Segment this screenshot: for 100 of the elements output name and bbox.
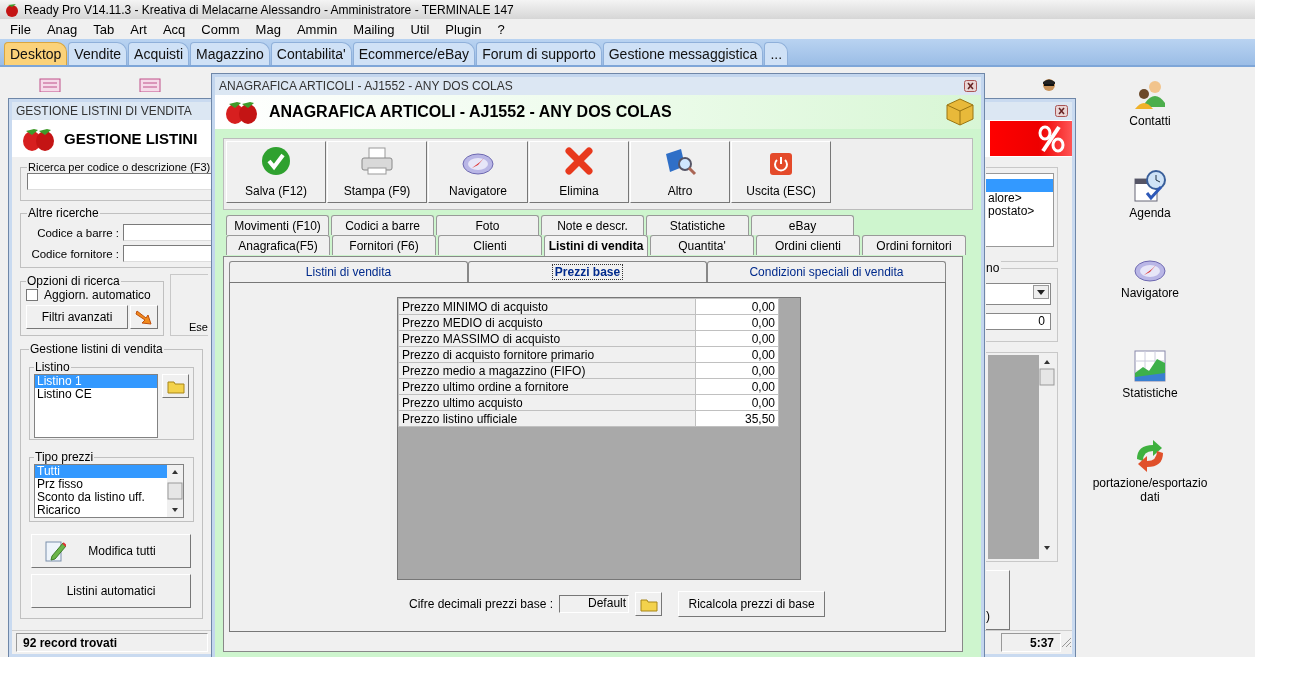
compass-icon	[462, 152, 494, 176]
nav-tab[interactable]: Contabilita'	[270, 42, 352, 65]
document-icon	[39, 78, 61, 92]
window-title: Ready Pro V14.11.3 - Kreativa di Melacarne Alessandro - Amministratore - TERMINALE 147	[24, 2, 514, 17]
toolbar-button[interactable]: Navigatore	[428, 141, 528, 203]
group-label: Altre ricerche	[27, 206, 100, 220]
menu-item[interactable]: Mag	[247, 21, 289, 37]
menu-item[interactable]: Art	[122, 21, 155, 37]
nav-tab[interactable]: Acquisti	[128, 42, 190, 65]
field-label: Cifre decimali prezzi base :	[409, 597, 554, 611]
menu-item[interactable]: Acq	[154, 21, 194, 37]
desktop-icon-label[interactable]: Statistiche	[1085, 386, 1215, 400]
toolbar-button[interactable]: Elimina	[529, 141, 629, 203]
menu-item[interactable]: Tab	[85, 21, 123, 37]
list-item[interactable]: Listino CE	[35, 388, 157, 401]
close-icon[interactable]	[964, 80, 977, 92]
tab[interactable]: Codici a barre	[331, 215, 434, 235]
tab[interactable]: Foto	[436, 215, 539, 235]
table-cell: Prezzo MINIMO di acquisto	[398, 298, 696, 315]
partial-label: Ese	[189, 321, 208, 333]
decimals-field[interactable]: Default	[559, 595, 630, 613]
list-item[interactable]: Prz fisso	[35, 478, 167, 491]
status-time: 5:37	[1001, 633, 1061, 652]
field-label: Codice fornitore :	[30, 247, 119, 260]
folder-icon	[166, 378, 185, 394]
menu-item[interactable]: Anag	[38, 21, 86, 37]
menu-item[interactable]: Util	[402, 21, 438, 37]
percent-icon	[1036, 124, 1066, 153]
status-text: 92 record trovati	[16, 633, 208, 652]
list-item[interactable]: postato>	[986, 205, 1053, 218]
tab[interactable]: eBay	[751, 215, 854, 235]
arrow-button[interactable]	[130, 305, 158, 329]
toolbar-button[interactable]: Altro	[630, 141, 730, 203]
window-heading: GESTIONE LISTINI	[64, 130, 198, 147]
tab[interactable]: Ordini fornitori	[862, 235, 966, 255]
book-magnifier-icon	[663, 146, 697, 176]
desktop-icon-label[interactable]: Navigatore	[1085, 286, 1215, 300]
nav-tab[interactable]: Forum di supporto	[476, 42, 602, 65]
list-item[interactable]: Sconto da listino uff.	[35, 491, 167, 504]
price-list-listbox[interactable]: Listino 1 Listino CE	[34, 374, 158, 438]
menu-item[interactable]: File	[2, 21, 39, 37]
menu-item[interactable]: Plugin	[437, 21, 490, 37]
action-button[interactable]: )	[986, 570, 1010, 630]
tab[interactable]: Anagrafica(F5)	[226, 235, 330, 255]
tab[interactable]: Note e descr.	[541, 215, 644, 235]
menu-item[interactable]: Ammin	[288, 21, 346, 37]
list-item[interactable]: Ricarico	[35, 504, 167, 517]
group-label: Tipo prezzi	[34, 450, 95, 464]
calendar-clock-icon	[1133, 169, 1167, 203]
scrollbar[interactable]	[167, 465, 183, 517]
nav-tab[interactable]: Gestione messaggistica	[602, 42, 764, 65]
menu-item[interactable]: Comm	[193, 21, 248, 37]
tab[interactable]: Statistiche	[646, 215, 749, 235]
tab[interactable]: Ordini clienti	[756, 235, 860, 255]
list-item[interactable]: alore>	[986, 192, 1053, 205]
strawberry-icon	[223, 99, 259, 125]
nav-tab[interactable]: Vendite	[68, 42, 128, 65]
checkbox-label: Aggiorn. automatico	[44, 288, 151, 302]
table-cell[interactable]: 0,00	[695, 298, 779, 315]
toolbar-button[interactable]: Stampa (F9)	[327, 141, 427, 203]
toolbar-button[interactable]: Uscita (ESC)	[731, 141, 831, 203]
folder-button[interactable]	[635, 592, 663, 616]
dropdown[interactable]	[986, 283, 1051, 306]
tab[interactable]: Quantita'	[650, 235, 754, 255]
tab[interactable]: Movimenti (F10)	[226, 215, 329, 235]
nav-tab[interactable]: Magazzino	[190, 42, 270, 65]
toolbar-button[interactable]: Salva (F12)	[226, 141, 326, 203]
desktop-icon-label[interactable]: portazione/esportazio dati	[1085, 476, 1215, 504]
arrow-icon	[135, 308, 153, 326]
checkbox[interactable]	[26, 289, 38, 301]
folder-icon	[639, 596, 658, 612]
nav-tab[interactable]: Desktop	[4, 42, 68, 65]
filter-button[interactable]: Filtri avanzati	[26, 305, 128, 329]
number-field[interactable]: 0	[986, 313, 1051, 331]
menu-item[interactable]: Mailing	[345, 21, 403, 37]
folder-button[interactable]	[162, 374, 189, 398]
tab[interactable]: Fornitori (F6)	[332, 235, 436, 255]
close-icon[interactable]	[1055, 105, 1068, 117]
document-icon	[139, 78, 161, 92]
listbox[interactable]: alore> postato>	[986, 173, 1054, 247]
field-label: Codice a barre :	[36, 226, 119, 239]
nav-tab[interactable]: Ecommerce/eBay	[352, 42, 476, 65]
desktop-icon-label[interactable]: Contatti	[1085, 114, 1215, 128]
edit-document-icon	[44, 539, 66, 563]
people-icon	[1133, 79, 1167, 111]
recalculate-button[interactable]: Ricalcola prezzi di base	[678, 591, 826, 617]
tab[interactable]: Prezzi base	[468, 261, 707, 282]
desktop-icon-label[interactable]: Agenda	[1085, 206, 1215, 220]
window-heading: ANAGRAFICA ARTICOLI - AJ1552 - ANY DOS COLAS	[269, 103, 673, 121]
action-button[interactable]: Modifica tutti	[31, 534, 191, 568]
delete-icon	[564, 146, 594, 176]
tab[interactable]: Condizioni speciali di vendita	[707, 261, 946, 282]
tab[interactable]: Listini di vendita	[229, 261, 468, 282]
tab[interactable]: Listini di vendita	[544, 235, 648, 256]
tab[interactable]: Clienti	[438, 235, 542, 255]
menu-item[interactable]: ?	[489, 21, 513, 37]
window-title: ANAGRAFICA ARTICOLI - AJ1552 - ANY DOS COLAS	[219, 79, 513, 93]
action-button[interactable]: Listini automatici	[31, 574, 191, 608]
person-icon	[1040, 78, 1058, 92]
nav-tab[interactable]: ...	[764, 42, 789, 65]
